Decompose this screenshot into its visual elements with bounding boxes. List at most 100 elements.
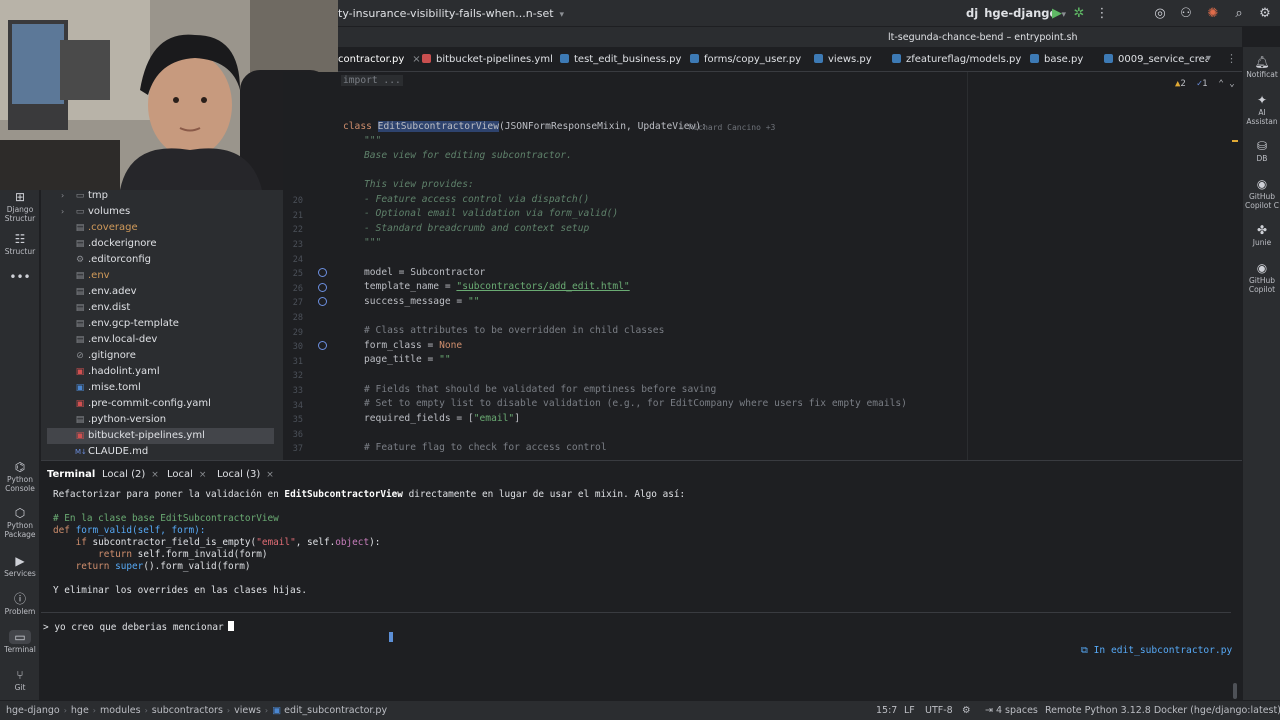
tree-item-env-dist[interactable]: ▤ .env.dist [47,300,274,316]
tab-copy-user[interactable]: forms/copy_user.py [690,54,801,65]
chevron-down-icon[interactable]: ▾ [1206,53,1211,64]
tool-ai-assistant[interactable]: ✦ AI Assistan [1243,93,1280,126]
context-file-link[interactable]: ⧉ In edit_subcontractor.py [1081,645,1232,656]
ai-spark-icon[interactable]: ✺ [1204,4,1222,22]
tree-item-hadolint[interactable]: ▣ .hadolint.yaml [47,364,274,380]
chevron-up-icon[interactable]: ⌃ [1218,79,1223,89]
interpreter-selector[interactable]: Remote Python 3.12.8 Docker (hge/django:… [1045,705,1280,716]
tool-structure[interactable]: ☷ Structur [0,232,40,256]
chevron-right-icon[interactable]: › [61,190,64,204]
tool-junie[interactable]: ✤ Junie [1243,223,1280,247]
tree-item-gitignore[interactable]: ⊘ .gitignore [47,348,274,364]
code-line: success_message = "" [364,296,480,307]
editorconfig-icon[interactable]: ⚙ [962,705,971,716]
inspection-widget[interactable]: ▲2 ✓1 ⌃ ⌄ [1175,79,1235,89]
yaml-file-icon: ▣ [75,399,85,409]
tree-item-editorconfig[interactable]: ⚙ .editorconfig [47,252,274,268]
more-vertical-icon[interactable]: ⋮ [1093,4,1111,22]
breadcrumb-item[interactable]: views [234,705,261,716]
line-number: 32 [292,371,303,381]
warning-stripe[interactable] [1232,140,1238,142]
tab-local-3[interactable]: Local (3) × [217,469,274,480]
env-file-icon: ▤ [75,319,85,329]
caret-position[interactable]: 15:7 [876,705,897,716]
tree-item-env-gcp-template[interactable]: ▤ .env.gcp-template [47,316,274,332]
tool-python-packages[interactable]: ⬡ Python Package [0,506,40,539]
toml-file-icon: ▣ [75,383,85,393]
tree-item-python-version[interactable]: ▤ .python-version [47,412,274,428]
tree-item-volumes[interactable]: › ▭ volumes [47,204,274,220]
tab-zfeatureflag-models[interactable]: zfeatureflag/models.py [892,54,1021,65]
breadcrumb-item[interactable]: modules [100,705,141,716]
tab-views[interactable]: views.py [814,54,872,65]
tab-edit-subcontractor[interactable]: contractor.py × [338,54,421,65]
branch-selector[interactable]: ty-insurance-visibility-fails-when...n-s… [338,7,564,20]
code-line: - Optional email validation via form_val… [364,208,619,219]
tab-label: 0009_service_crea [1118,54,1208,65]
tree-item-tmp[interactable]: › ▭ tmp [47,190,274,204]
tree-item-pre-commit[interactable]: ▣ .pre-commit-config.yaml [47,396,274,412]
tree-item-env-adev[interactable]: ▤ .env.adev [47,284,274,300]
terminal-scrollbar[interactable] [1233,683,1237,699]
tree-item-dockerignore[interactable]: ▤ .dockerignore [47,236,274,252]
breadcrumb-item[interactable]: hge [71,705,89,716]
code-editor[interactable]: import ... ▲2 ✓1 ⌃ ⌄ 20 21 22 23 24 25 2… [283,72,1242,460]
tree-item-env-local-dev[interactable]: ▤ .env.local-dev [47,332,274,348]
tree-item-env[interactable]: ▤ .env [47,268,274,284]
tab-local[interactable]: Local × [167,469,206,480]
override-marker-icon[interactable] [318,283,327,292]
tree-item-coverage[interactable]: ▤ .coverage [47,220,274,236]
close-icon[interactable]: × [266,470,274,480]
close-icon[interactable]: × [199,470,207,480]
override-marker-icon[interactable] [318,341,327,350]
close-icon[interactable]: × [412,54,420,65]
search-icon[interactable]: ⌕ [1230,4,1248,22]
more-vertical-icon[interactable]: ⋮ [1226,52,1237,65]
gear-file-icon: ⚙ [75,255,85,265]
tool-more[interactable]: ••• [0,270,40,285]
tab-label: zfeatureflag/models.py [906,54,1022,65]
tool-git[interactable]: ⑂ Git [0,668,40,692]
tool-github-copilot[interactable]: ◉ GitHub Copilot [1243,261,1280,294]
editor-scrollbar[interactable] [1230,72,1238,460]
tool-database[interactable]: ⛁ DB [1243,139,1280,163]
user-icon[interactable]: ⚇ [1177,4,1195,22]
code-line: model = Subcontractor [364,267,486,278]
breadcrumb-item[interactable]: subcontractors [152,705,223,716]
tool-problems[interactable]: ⓘ Problem [0,592,40,616]
tab-local-2[interactable]: Local (2) × [102,469,159,480]
tree-item-claude-md[interactable]: M↓ CLAUDE.md [47,444,274,460]
close-icon[interactable]: × [151,470,159,480]
run-icon[interactable]: ▶ [1048,4,1066,22]
tree-item-mise[interactable]: ▣ .mise.toml [47,380,274,396]
line-number: 26 [292,284,303,294]
chevron-right-icon[interactable]: › [61,204,64,220]
tool-terminal[interactable]: ▭ Terminal [0,630,40,654]
yaml-file-icon [422,54,431,63]
tool-python-console[interactable]: ⌬ Python Console [0,460,40,493]
user-icon: ⚇ [679,123,689,132]
terminal-input[interactable]: > yo creo que deberias mencionar [43,621,234,633]
tab-migration[interactable]: 0009_service_crea [1104,54,1208,65]
override-marker-icon[interactable] [318,268,327,277]
tool-notifications[interactable]: 🔔︎ Notificat [1243,55,1280,79]
import-fold[interactable]: import ... [341,75,403,86]
tool-github-copilot-chat[interactable]: ◉ GitHub Copilot C [1243,177,1280,210]
copilot-icon[interactable]: ◎ [1151,4,1169,22]
override-marker-icon[interactable] [318,297,327,306]
tool-django-structure[interactable]: ⊞ Django Structur [0,190,40,223]
breadcrumb-item[interactable]: edit_subcontractor.py [284,705,387,716]
code-author-hint[interactable]: ⚇ Richard Cancino +3 [679,123,775,132]
tab-bitbucket-pipelines[interactable]: bitbucket-pipelines.yml [422,54,553,65]
line-separator[interactable]: LF [904,705,915,716]
tab-terminal[interactable]: Terminal [47,469,95,480]
file-encoding[interactable]: UTF-8 [925,705,953,716]
debug-icon[interactable]: ✲ [1070,4,1088,22]
indent-setting[interactable]: ⇥ 4 spaces [985,705,1038,716]
tree-item-bitbucket-pipelines[interactable]: ▣ bitbucket-pipelines.yml [47,428,274,444]
breadcrumb-item[interactable]: hge-django [6,705,60,716]
tab-base[interactable]: base.py [1030,54,1083,65]
settings-gear-icon[interactable]: ⚙ [1256,4,1274,22]
tab-test-edit-business[interactable]: test_edit_business.py [560,54,681,65]
tool-services[interactable]: ▶ Services [0,554,40,578]
